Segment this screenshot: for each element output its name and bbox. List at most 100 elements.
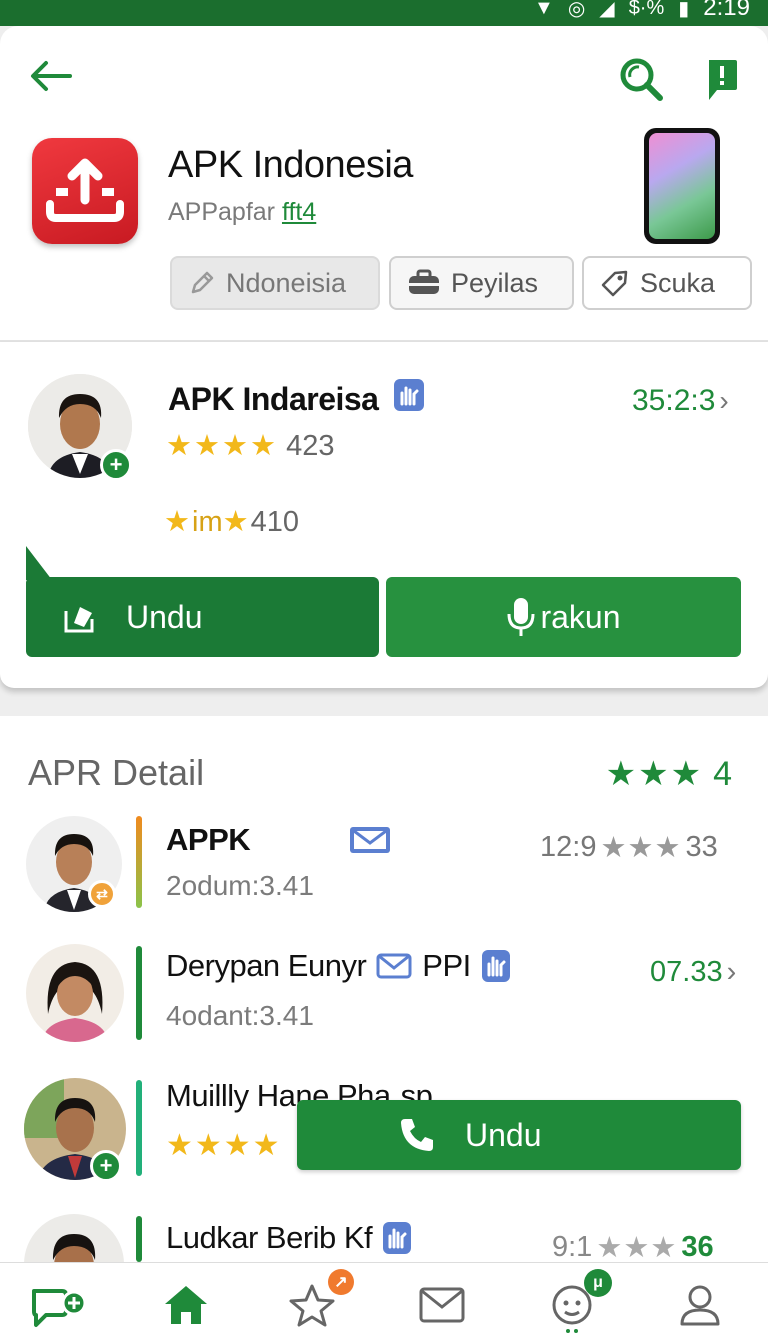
verified-hand-icon: [393, 379, 424, 411]
app-icon: [32, 138, 138, 244]
nav-messages[interactable]: [412, 1277, 472, 1333]
alarm-icon: ◎: [567, 0, 586, 20]
bottom-navigation: ↗ μ: [0, 1262, 768, 1344]
download-button-label: Undu: [126, 598, 203, 635]
battery-icon: ▮: [678, 0, 690, 20]
nav-chat[interactable]: [28, 1277, 88, 1333]
row-accent-bar: [136, 816, 142, 908]
row-stars-icon: ★★★: [600, 832, 682, 864]
chip-label: Peyilas: [451, 267, 539, 298]
signal-text: $·%: [628, 0, 665, 19]
search-icon: [620, 58, 663, 101]
row-accent-bar: [136, 946, 142, 1040]
row-accent-bar: [136, 1080, 142, 1176]
section-title: APR Detail: [28, 752, 205, 793]
row-subtitle: 4odant:3.41: [166, 1000, 314, 1031]
wifi-icon: ▼: [534, 0, 554, 19]
app-subtitle-link[interactable]: fft4: [282, 198, 316, 226]
arrow-left-icon: [31, 61, 72, 91]
nav-favorites[interactable]: ↗: [282, 1269, 354, 1333]
add-badge[interactable]: +: [100, 449, 132, 481]
row-title-text: Derypan Eunyr: [166, 948, 367, 983]
phone-screenshot[interactable]: [644, 128, 720, 244]
microphone-icon: [507, 598, 535, 636]
button-tab-decoration: [26, 546, 52, 580]
row-title: APPK: [166, 822, 392, 858]
person-photo-icon: [26, 944, 124, 1042]
report-button[interactable]: [700, 54, 744, 104]
chip-label: Ndoneisia: [226, 267, 347, 298]
chat-add-icon: [32, 1289, 87, 1327]
row-meta-count: 36: [681, 1231, 714, 1263]
featured-time: 35:2:3: [632, 384, 716, 417]
verified-hand-icon: [383, 1222, 412, 1254]
app-title: APK Indonesia: [168, 144, 413, 186]
row-title-text: Ludkar Berib Kf: [166, 1220, 373, 1255]
verified-hand-icon: [481, 950, 510, 982]
chip-ndoneisia[interactable]: Ndoneisia: [170, 256, 380, 310]
signal-icon: ◢: [599, 0, 615, 20]
add-badge[interactable]: +: [90, 1150, 122, 1182]
star-rating-icon: ★★★★: [166, 430, 278, 462]
report-flag-icon: [709, 60, 737, 100]
star-icon: ★: [164, 506, 192, 538]
user-icon: [680, 1285, 720, 1326]
upload-icon: [46, 158, 124, 222]
row-meta-time: 9:1: [552, 1231, 593, 1263]
track-button[interactable]: rakun: [386, 577, 741, 657]
mail-icon: [350, 827, 391, 853]
mail-icon: [376, 953, 412, 979]
secondary-prefix: im: [192, 506, 223, 538]
nav-profile[interactable]: [670, 1277, 730, 1333]
nav-community[interactable]: μ: [544, 1269, 612, 1333]
chip-peyilas[interactable]: Peyilas: [389, 256, 574, 310]
row-title: Derypan Eunyr PPI: [166, 948, 511, 984]
developer-name: APK Indareisa: [168, 378, 425, 418]
rating-count: 423: [286, 430, 335, 462]
back-button[interactable]: [26, 54, 74, 98]
track-button-label: rakun: [540, 598, 621, 635]
row-meta-link[interactable]: 07.33 ›: [650, 956, 736, 989]
mail-icon: [419, 1287, 465, 1323]
phone-screen: [649, 133, 715, 239]
featured-rating: ★★★★ 423: [166, 428, 334, 463]
download-button[interactable]: Undu: [26, 577, 379, 657]
row-meta: 12:9 ★★★ 33: [540, 830, 718, 865]
star-icon: ★: [222, 506, 251, 538]
chevron-right-icon: ›: [719, 385, 729, 416]
chevron-right-icon: ›: [726, 956, 737, 988]
chip-scuka[interactable]: Scuka: [582, 256, 752, 310]
briefcase-icon: [409, 269, 439, 294]
home-icon: [165, 1286, 207, 1324]
call-download-button[interactable]: Undu: [297, 1100, 741, 1170]
pencil-icon: [191, 271, 214, 294]
notification-badge: μ: [584, 1269, 612, 1297]
section-rating: ★★★ 4: [606, 754, 732, 794]
row-stars-icon: ★★★★: [166, 1129, 282, 1162]
section-rating-value: 4: [713, 754, 732, 793]
row-subtitle: 2odum:3.41: [166, 870, 314, 901]
notification-badge: ↗: [328, 1269, 354, 1295]
featured-time-link[interactable]: 35:2:3 ›: [632, 384, 729, 418]
app-subtitle: APPapfar fft4: [168, 198, 316, 227]
phone-call-icon: [401, 1119, 433, 1151]
row-title-extra: PPI: [422, 948, 471, 983]
row-title-text: APPK: [166, 822, 251, 857]
nav-home[interactable]: [156, 1277, 216, 1333]
row-meta-time: 07.33: [650, 956, 723, 988]
secondary-count: 410: [250, 506, 299, 538]
avatar[interactable]: [26, 944, 124, 1042]
section-stars-icon: ★★★: [605, 755, 704, 793]
download-box-icon: [64, 607, 94, 633]
app-subtitle-text: APPapfar: [168, 198, 276, 226]
row-meta-count: 33: [685, 831, 718, 863]
row-meta: 9:1 ★★★ 36: [552, 1230, 714, 1265]
chip-label: Scuka: [640, 267, 716, 298]
call-download-label: Undu: [465, 1116, 542, 1153]
featured-secondary-rating: ★im★410: [164, 504, 299, 539]
developer-name-text: APK Indareisa: [168, 381, 379, 417]
row-accent-bar: [136, 1216, 142, 1262]
search-button[interactable]: [616, 54, 666, 104]
status-bar: ▼ ◎ ◢ $·% ▮ 2:19: [0, 0, 768, 26]
status-time: 2:19: [703, 0, 750, 21]
